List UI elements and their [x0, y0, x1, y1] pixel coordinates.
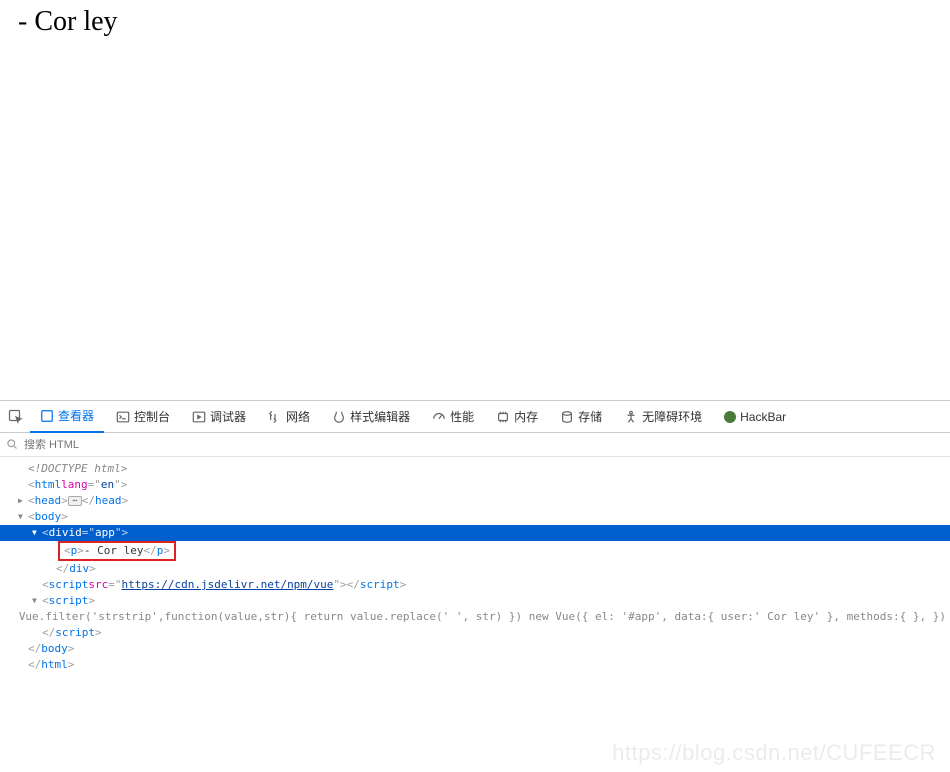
html-search-input[interactable]: [24, 439, 944, 451]
tab-storage[interactable]: 存储: [550, 401, 612, 433]
tab-label: 内存: [514, 408, 538, 425]
a11y-icon: [624, 410, 638, 424]
element-picker-button[interactable]: [4, 405, 28, 429]
dom-head[interactable]: ▶<head> ⋯ </head>: [0, 493, 950, 509]
style-icon: [332, 410, 346, 424]
page-content: - Cor ley: [0, 0, 950, 400]
tab-label: 查看器: [58, 407, 94, 424]
tab-label: 无障碍环境: [642, 408, 702, 425]
tab-a11y[interactable]: 无障碍环境: [614, 401, 712, 433]
tab-console[interactable]: 控制台: [106, 401, 180, 433]
network-icon: [268, 410, 282, 424]
perf-icon: [432, 410, 446, 424]
devtools-tabs: 查看器 控制台 调试器 网络 样式编辑器: [0, 401, 950, 433]
console-icon: [116, 410, 130, 424]
tab-label: HackBar: [740, 410, 786, 424]
dom-script-content[interactable]: Vue.filter('strstrip',function(value,str…: [0, 609, 950, 625]
tab-label: 存储: [578, 408, 602, 425]
dom-script-open[interactable]: ▼<script>: [0, 593, 950, 609]
tab-debugger[interactable]: 调试器: [182, 401, 256, 433]
dom-script-src[interactable]: <script src="https://cdn.jsdelivr.net/np…: [0, 577, 950, 593]
debugger-icon: [192, 410, 206, 424]
tab-label: 样式编辑器: [350, 408, 410, 425]
dom-html-open[interactable]: <html lang="en">: [0, 477, 950, 493]
inspector-icon: [40, 409, 54, 423]
tab-label: 网络: [286, 408, 310, 425]
memory-icon: [496, 410, 510, 424]
ellipsis-icon[interactable]: ⋯: [68, 496, 82, 506]
hackbar-icon: [724, 411, 736, 423]
dom-body-close[interactable]: </body>: [0, 641, 950, 657]
highlight-box: <p>- Cor ley</p>: [58, 541, 176, 561]
tab-network[interactable]: 网络: [258, 401, 320, 433]
tab-label: 控制台: [134, 408, 170, 425]
watermark: https://blog.csdn.net/CUFEECR: [612, 740, 936, 766]
tab-label: 性能: [450, 408, 474, 425]
dom-doctype[interactable]: <!DOCTYPE html>: [0, 461, 950, 477]
dom-tree[interactable]: <!DOCTYPE html> <html lang="en"> ▶<head>…: [0, 457, 950, 677]
dom-p-highlight[interactable]: <p>- Cor ley</p>: [0, 541, 950, 561]
storage-icon: [560, 410, 574, 424]
dom-script-close[interactable]: </script>: [0, 625, 950, 641]
dom-body-open[interactable]: ▼<body>: [0, 509, 950, 525]
dom-div-close[interactable]: </div>: [0, 561, 950, 577]
tab-perf[interactable]: 性能: [422, 401, 484, 433]
tab-hackbar[interactable]: HackBar: [714, 401, 796, 433]
tab-style[interactable]: 样式编辑器: [322, 401, 420, 433]
devtools-panel: 查看器 控制台 调试器 网络 样式编辑器: [0, 400, 950, 772]
page-text: - Cor ley: [18, 6, 118, 37]
html-search-bar: [0, 433, 950, 457]
dom-div-app[interactable]: ▼<div id="app">: [0, 525, 950, 541]
dom-html-close[interactable]: </html>: [0, 657, 950, 673]
tab-memory[interactable]: 内存: [486, 401, 548, 433]
tab-inspector[interactable]: 查看器: [30, 401, 104, 433]
search-icon: [6, 438, 20, 452]
tab-label: 调试器: [210, 408, 246, 425]
